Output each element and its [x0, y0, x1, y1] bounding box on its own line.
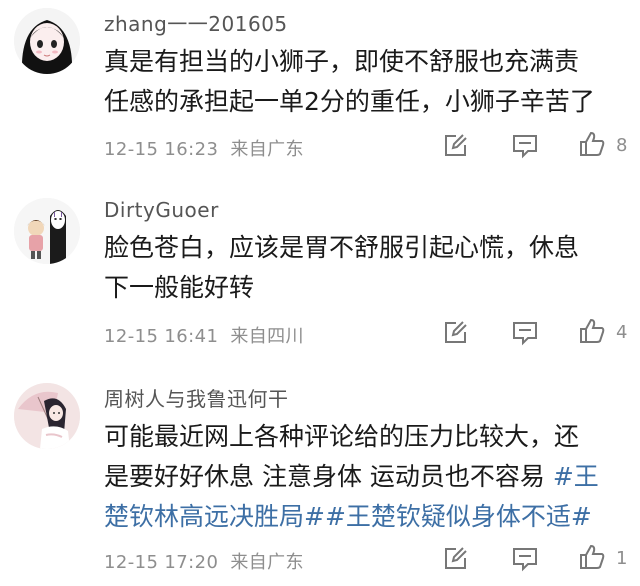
avatar[interactable] [14, 198, 80, 264]
thumbs-up-icon[interactable] [578, 543, 606, 571]
location: 来自广东 [230, 552, 304, 573]
comment-item: 周树人与我鲁迅何干 可能最近网上各种评论给的压力比较大，还 是要好好休息 注意身… [0, 375, 640, 586]
comment-text-segment: 是要好好休息 注意身体 运动员也不容易 [104, 462, 553, 491]
timestamp: 12-15 17:20 [104, 552, 219, 573]
comment-line: 是要好好休息 注意身体 运动员也不容易 #王 [104, 457, 634, 497]
edit-icon[interactable] [443, 545, 469, 571]
like-count: 8 [616, 135, 628, 156]
hashtag-link[interactable]: 楚钦林高远决胜局##王楚钦疑似身体不适# [104, 497, 634, 537]
comment-meta: 12-15 16:23 来自广东 [104, 135, 304, 161]
avatar[interactable] [14, 383, 80, 449]
comment-meta: 12-15 17:20 来自广东 [104, 548, 304, 574]
avatar-girl-icon [14, 8, 80, 74]
username[interactable]: DirtyGuoer [104, 198, 219, 222]
username[interactable]: zhang一一201605 [104, 8, 288, 37]
edit-icon[interactable] [443, 132, 469, 158]
like-count: 1 [616, 548, 628, 569]
comment-line: 下一般能好转 [104, 273, 255, 302]
comment-line: 可能最近网上各种评论给的压力比较大，还 [104, 422, 580, 451]
like-count: 4 [616, 322, 628, 343]
thumbs-up-icon[interactable] [578, 317, 606, 345]
username[interactable]: 周树人与我鲁迅何干 [104, 383, 289, 412]
comment-item: zhang一一201605 真是有担当的小狮子，即使不舒服也充满责 任感的承担起… [0, 0, 640, 190]
avatar[interactable] [14, 8, 80, 74]
location: 来自广东 [230, 139, 304, 160]
location: 来自四川 [230, 326, 304, 347]
comment-text: 脸色苍白，应该是胃不舒服引起心慌，休息 下一般能好转 [104, 228, 634, 308]
comment-text: 可能最近网上各种评论给的压力比较大，还 是要好好休息 注意身体 运动员也不容易 … [104, 417, 634, 537]
avatar-noface-icon [14, 198, 80, 264]
comment-icon[interactable] [511, 133, 539, 159]
comment-line: 任感的承担起一单2分的重任，小狮子辛苦了 [104, 87, 595, 116]
comment-item: DirtyGuoer 脸色苍白，应该是胃不舒服引起心慌，休息 下一般能好转 12… [0, 190, 640, 370]
comment-text: 真是有担当的小狮子，即使不舒服也充满责 任感的承担起一单2分的重任，小狮子辛苦了 [104, 42, 634, 122]
comment-icon[interactable] [511, 546, 539, 572]
thumbs-up-icon[interactable] [578, 130, 606, 158]
hashtag-link[interactable]: #王 [553, 462, 599, 491]
comment-line: 真是有担当的小狮子，即使不舒服也充满责 [104, 47, 580, 76]
comment-meta: 12-15 16:41 来自四川 [104, 322, 304, 348]
comment-icon[interactable] [511, 320, 539, 346]
comment-line: 脸色苍白，应该是胃不舒服引起心慌，休息 [104, 233, 580, 262]
avatar-umbrella-girl-icon [14, 383, 80, 449]
edit-icon[interactable] [443, 319, 469, 345]
timestamp: 12-15 16:41 [104, 326, 219, 347]
timestamp: 12-15 16:23 [104, 139, 219, 160]
